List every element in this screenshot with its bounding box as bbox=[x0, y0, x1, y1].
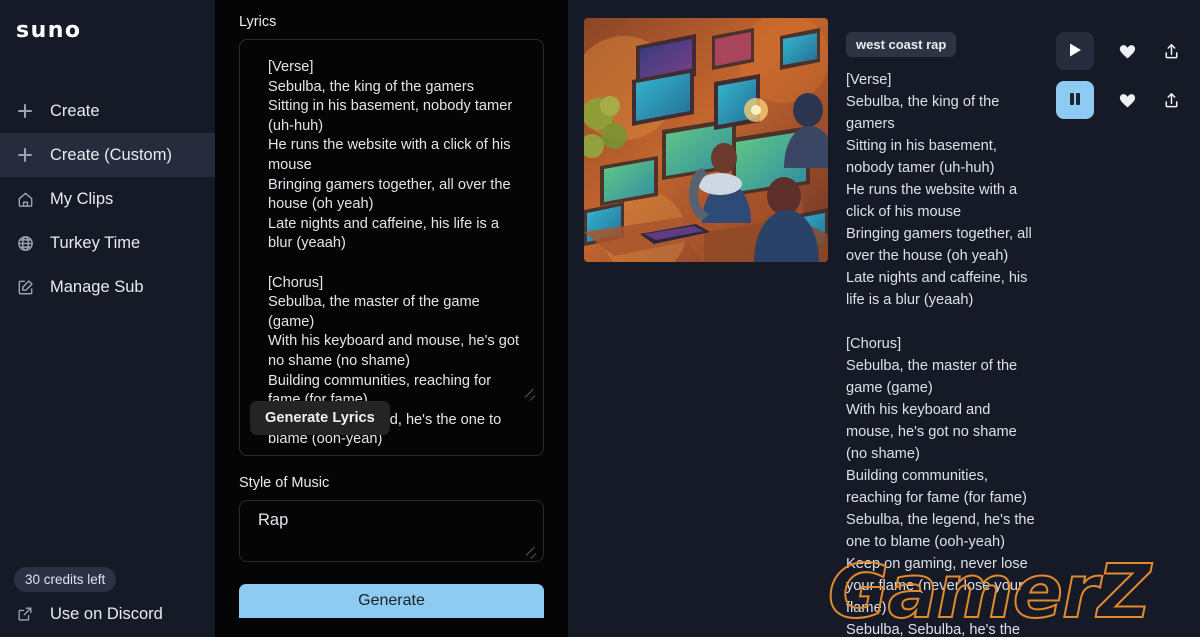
editor-panel: Lyrics [Verse] Sebulba, the king of the … bbox=[215, 0, 568, 637]
generate-lyrics-button[interactable]: Generate Lyrics bbox=[250, 401, 390, 435]
song-action-row bbox=[1056, 32, 1200, 70]
style-input[interactable]: Rap bbox=[240, 501, 543, 530]
song-artwork[interactable] bbox=[584, 18, 828, 262]
sidebar-item-label: Create bbox=[50, 101, 100, 120]
song-actions bbox=[1056, 18, 1200, 637]
generate-button[interactable]: Generate bbox=[239, 584, 544, 618]
home-icon bbox=[14, 188, 36, 210]
share-icon bbox=[1162, 91, 1181, 110]
sidebar-item-turkey-time[interactable]: Turkey Time bbox=[0, 221, 215, 265]
sidebar-item-label: My Clips bbox=[50, 189, 114, 208]
style-field-label: Style of Music bbox=[239, 475, 330, 491]
edit-square-icon bbox=[14, 276, 36, 298]
share-button[interactable] bbox=[1160, 89, 1182, 111]
external-link-icon bbox=[14, 603, 36, 625]
credits-badge: 30 credits left bbox=[14, 567, 117, 592]
heart-icon bbox=[1118, 91, 1137, 110]
lyrics-input[interactable]: [Verse] Sebulba, the king of the gamers … bbox=[240, 40, 543, 450]
song-lyrics-text: [Verse] Sebulba, the king of the gamers … bbox=[846, 72, 1035, 637]
sidebar-item-label: Manage Sub bbox=[50, 277, 144, 296]
sidebar-item-label: Turkey Time bbox=[50, 233, 141, 252]
resize-handle-icon[interactable] bbox=[528, 547, 538, 557]
sidebar-footer: 30 credits left Use on Discord bbox=[0, 567, 215, 637]
style-tag-badge[interactable]: west coast rap bbox=[846, 32, 957, 57]
song-panel: west coast rap [Verse] Sebulba, the king… bbox=[568, 0, 1200, 637]
discord-label: Use on Discord bbox=[50, 604, 163, 623]
share-button[interactable] bbox=[1160, 40, 1182, 62]
plus-icon bbox=[14, 144, 36, 166]
use-on-discord-link[interactable]: Use on Discord bbox=[14, 603, 215, 629]
play-icon bbox=[1067, 42, 1083, 61]
sidebar-item-my-clips[interactable]: My Clips bbox=[0, 177, 215, 221]
sidebar-item-label: Create (Custom) bbox=[50, 145, 172, 164]
like-button[interactable] bbox=[1116, 89, 1138, 111]
plus-icon bbox=[14, 100, 36, 122]
sidebar: suno Create Create (Custom) My Clips Tur… bbox=[0, 0, 215, 637]
globe-icon bbox=[14, 232, 36, 254]
sidebar-item-manage-sub[interactable]: Manage Sub bbox=[0, 265, 215, 309]
sidebar-item-create-custom[interactable]: Create (Custom) bbox=[0, 133, 215, 177]
heart-icon bbox=[1118, 42, 1137, 61]
app-root: suno Create Create (Custom) My Clips Tur… bbox=[0, 0, 1200, 637]
song-action-row bbox=[1056, 81, 1200, 119]
song-lyrics-column: west coast rap [Verse] Sebulba, the king… bbox=[846, 18, 1038, 637]
style-input-container[interactable]: Rap bbox=[239, 500, 544, 562]
sidebar-nav: Create Create (Custom) My Clips Turkey T… bbox=[0, 89, 215, 309]
pause-button[interactable] bbox=[1056, 81, 1094, 119]
artwork-illustration bbox=[584, 18, 828, 262]
sidebar-item-create[interactable]: Create bbox=[0, 89, 215, 133]
lyrics-field-label: Lyrics bbox=[239, 14, 277, 30]
resize-handle-icon[interactable] bbox=[527, 389, 537, 399]
pause-icon bbox=[1067, 91, 1083, 110]
play-button[interactable] bbox=[1056, 32, 1094, 70]
share-icon bbox=[1162, 42, 1181, 61]
suno-logo: suno bbox=[16, 18, 82, 43]
lyrics-input-container[interactable]: [Verse] Sebulba, the king of the gamers … bbox=[239, 39, 544, 456]
like-button[interactable] bbox=[1116, 40, 1138, 62]
